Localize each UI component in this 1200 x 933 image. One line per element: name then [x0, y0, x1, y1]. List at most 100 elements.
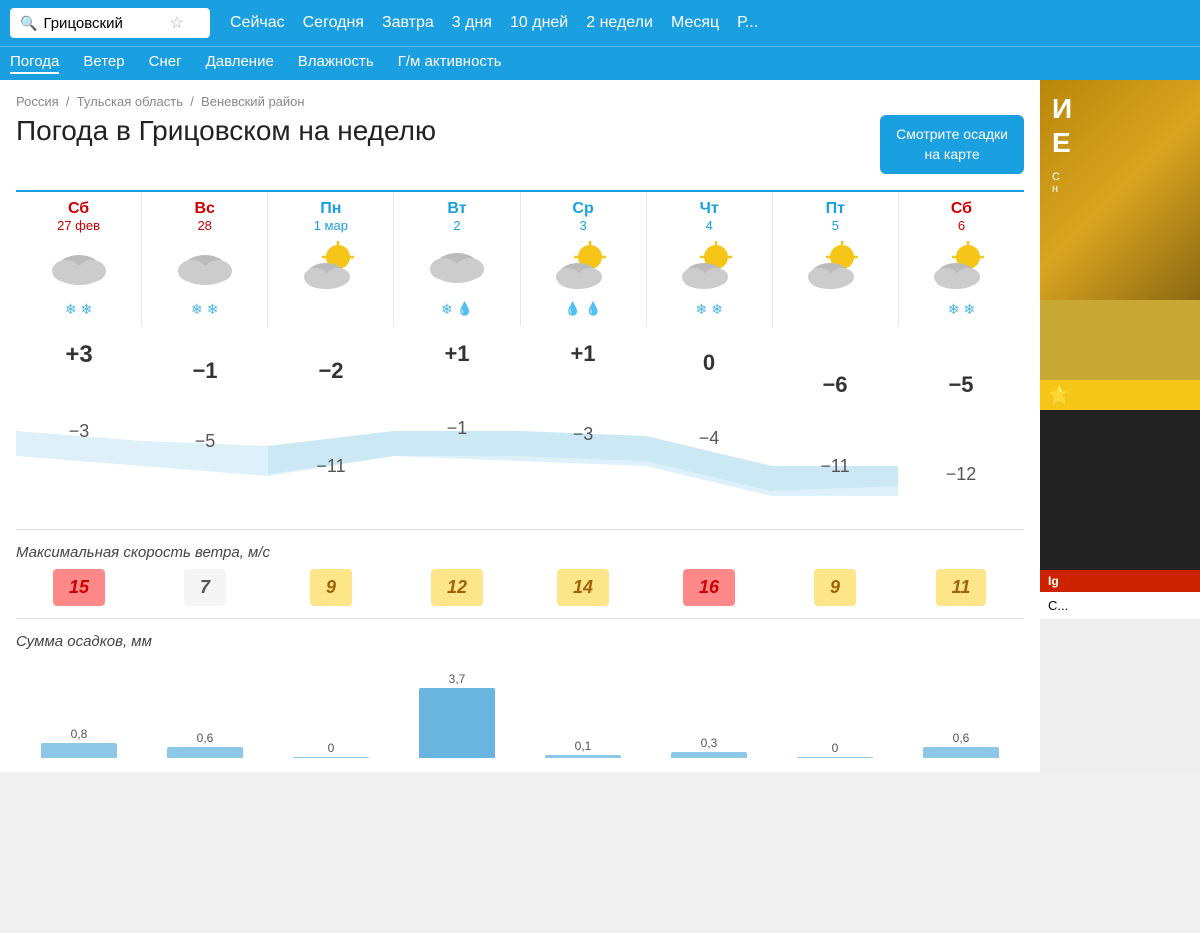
subnav-pressure[interactable]: Давление — [206, 53, 274, 74]
precip-2 — [272, 300, 389, 318]
wind-val-6: 9 — [814, 569, 856, 606]
wind-val-7: 11 — [936, 569, 987, 606]
wind-col-7: 11 — [898, 569, 1024, 606]
weather-icon-5 — [674, 239, 744, 294]
nav-2weeks[interactable]: 2 недели — [586, 14, 653, 32]
day-date-4: 3 — [525, 218, 642, 233]
map-button[interactable]: Смотрите осадкина карте — [880, 115, 1024, 174]
sidebar-ad-3 — [1040, 410, 1200, 570]
subnav-snow[interactable]: Снег — [149, 53, 182, 74]
precip-4: 💧 💧 — [525, 300, 642, 318]
sidebar-ad-2 — [1040, 300, 1200, 380]
nav-3days[interactable]: 3 дня — [452, 14, 492, 32]
subnav-wind[interactable]: Ветер — [83, 53, 124, 74]
day-col-5: Чт 4 ❄ — [647, 192, 773, 326]
weather-icon-3 — [422, 239, 492, 294]
snowflake-icon: ❄ — [207, 301, 219, 318]
breadcrumb-russia[interactable]: Россия — [16, 94, 59, 109]
wind-val-4: 14 — [557, 569, 609, 606]
sidebar-star: ⭐ — [1040, 380, 1200, 410]
breadcrumb-tula[interactable]: Тульская область — [77, 94, 183, 109]
wind-col-6: 9 — [772, 569, 898, 606]
search-box[interactable]: 🔍 ☆ — [10, 8, 210, 38]
precip-val-0: 0,8 — [71, 727, 88, 741]
breadcrumb: Россия / Тульская область / Веневский ра… — [16, 94, 1024, 109]
breadcrumb-venev[interactable]: Веневский район — [201, 94, 305, 109]
sidebar-ad-text: ИЕ — [1040, 80, 1200, 171]
subnav-humidity[interactable]: Влажность — [298, 53, 374, 74]
sidebar-ad-1: ИЕ Сн — [1040, 80, 1200, 300]
title-row: Погода в Грицовском на неделю Смотрите о… — [16, 115, 1024, 174]
precip-bar-2 — [293, 757, 369, 758]
weather-icon-0 — [44, 239, 114, 294]
day-date-5: 4 — [651, 218, 768, 233]
main-content: Россия / Тульская область / Веневский ра… — [0, 80, 1040, 772]
day-col-0: Сб 27 фев ❄ ❄ — [16, 192, 142, 326]
weather-icon-6 — [800, 239, 870, 294]
day-date-7: 6 — [903, 218, 1020, 233]
raindrop-icon: 💧 — [565, 301, 581, 317]
snowflake-icon: ❄ — [441, 301, 453, 318]
subnav-weather[interactable]: Погода — [10, 53, 59, 74]
subnav-gm[interactable]: Г/м активность — [398, 53, 502, 74]
precip-bar-4 — [545, 755, 621, 758]
precip-col-0: 0,8 — [16, 658, 142, 758]
precip-val-1: 0,6 — [197, 731, 214, 745]
temp-low-2: −11 — [268, 336, 394, 485]
star-icon[interactable]: ☆ — [169, 13, 183, 33]
snowflake-icon: ❄ — [81, 301, 93, 318]
precip-col-2: 0 — [268, 658, 394, 758]
day-name-3: Вт — [398, 200, 515, 218]
main-wrapper: Россия / Тульская область / Веневский ра… — [0, 80, 1200, 772]
sidebar-label: Ig — [1040, 570, 1200, 592]
precip-0: ❄ ❄ — [20, 300, 137, 318]
precip-bar-7 — [923, 747, 999, 758]
nav-seychas[interactable]: Сейчас — [230, 14, 285, 32]
nav-month[interactable]: Месяц — [671, 14, 719, 32]
right-sidebar: ИЕ Сн ⭐ Ig С... — [1040, 80, 1200, 772]
precip-col-1: 0,6 — [142, 658, 268, 758]
nav-segodnya[interactable]: Сегодня — [303, 14, 364, 32]
temp-low-5: −4 — [646, 336, 772, 485]
wind-val-5: 16 — [683, 569, 735, 606]
precip-bar-6 — [797, 757, 873, 758]
nav-links: Сейчас Сегодня Завтра 3 дня 10 дней 2 не… — [230, 14, 1190, 32]
precip-chart: 0,8 0,6 0 3,7 0,1 0,3 — [16, 658, 1024, 758]
precip-val-6: 0 — [832, 741, 839, 755]
weather-icon-1 — [170, 239, 240, 294]
snowflake-icon: ❄ — [191, 301, 203, 318]
precip-5: ❄ ❄ — [651, 300, 768, 318]
precip-7: ❄ ❄ — [903, 300, 1020, 318]
nav-10days[interactable]: 10 дней — [510, 14, 568, 32]
wind-val-1: 7 — [184, 569, 226, 606]
day-date-1: 28 — [146, 218, 263, 233]
day-date-0: 27 фев — [20, 218, 137, 233]
precip-val-4: 0,1 — [575, 739, 592, 753]
wind-grid: 15 7 9 12 14 16 9 11 — [16, 569, 1024, 606]
snowflake-icon: ❄ — [963, 301, 975, 318]
day-col-4: Ср 3 💧 — [521, 192, 647, 326]
days-header: Сб 27 фев ❄ ❄ Вс — [16, 190, 1024, 326]
precip-val-7: 0,6 — [953, 731, 970, 745]
precip-label: Сумма осадков, мм — [16, 623, 1024, 658]
top-nav: 🔍 ☆ Сейчас Сегодня Завтра 3 дня 10 дней … — [0, 0, 1200, 46]
day-name-4: Ср — [525, 200, 642, 218]
weather-icon-4 — [548, 239, 618, 294]
day-name-5: Чт — [651, 200, 768, 218]
raindrop-icon: 💧 — [585, 301, 601, 317]
wind-val-3: 12 — [431, 569, 483, 606]
precip-3: ❄ 💧 — [398, 300, 515, 318]
day-name-1: Вс — [146, 200, 263, 218]
sub-nav: Погода Ветер Снег Давление Влажность Г/м… — [0, 46, 1200, 80]
wind-col-5: 16 — [646, 569, 772, 606]
wind-col-4: 14 — [520, 569, 646, 606]
nav-more[interactable]: Р... — [737, 14, 758, 32]
search-input[interactable] — [43, 15, 163, 32]
day-name-2: Пн — [272, 200, 389, 218]
wind-val-2: 9 — [310, 569, 352, 606]
nav-zavtra[interactable]: Завтра — [382, 14, 434, 32]
snowflake-icon: ❄ — [65, 301, 77, 318]
day-date-2: 1 мар — [272, 218, 389, 233]
temp-chart: +3 −1 −2 +1 +1 0 −6 −5 −3 −5 −11 −1 −3 −… — [16, 336, 1024, 519]
sidebar-bottom-text: С... — [1040, 592, 1200, 619]
